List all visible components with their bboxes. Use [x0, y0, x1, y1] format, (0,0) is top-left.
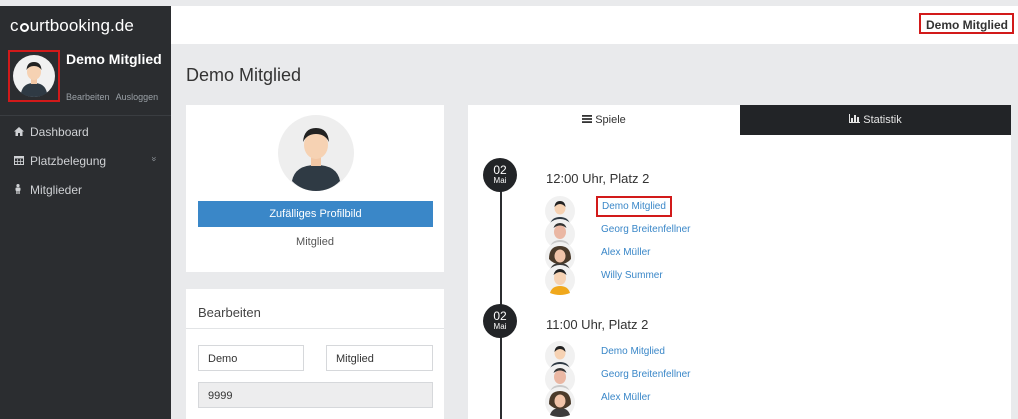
games-card: Spiele Statistik 02 Mai 12:00 Uhr, Platz…	[468, 105, 1011, 419]
game-title: 12:00 Uhr, Platz 2	[546, 171, 650, 186]
chevron-down-icon[interactable]: »	[149, 156, 159, 161]
tab-label: Statistik	[863, 114, 902, 126]
person-icon	[14, 184, 26, 197]
date-month: Mai	[493, 322, 507, 331]
profile-card: Zufälliges Profilbild Mitglied	[186, 105, 444, 272]
brand-text-end: urtbooking.de	[29, 16, 134, 35]
calendar-icon	[14, 155, 26, 168]
list-icon	[582, 115, 593, 126]
tab-spiele[interactable]: Spiele	[468, 105, 740, 135]
sidebar-item-label: Platzbelegung	[30, 154, 107, 168]
top-bar: c urtbooking.de Demo Mitglied	[0, 0, 1018, 50]
date-badge: 02 Mai	[483, 158, 517, 192]
edit-card: Bearbeiten Demo Mitglied 9999	[186, 289, 444, 419]
random-avatar-button[interactable]: Zufälliges Profilbild	[198, 201, 433, 227]
logout-link[interactable]: Ausloggen	[116, 92, 159, 102]
tab-label: Spiele	[595, 114, 626, 126]
member-number-field[interactable]: 9999	[198, 382, 433, 408]
member-role: Mitglied	[296, 236, 334, 248]
sidebar-item-mitglieder[interactable]: Mitglieder	[0, 174, 171, 203]
date-day: 02	[493, 309, 507, 323]
sidebar-item-dashboard[interactable]: Dashboard	[0, 116, 171, 145]
edit-card-title: Bearbeiten	[198, 305, 261, 320]
tab-statistik[interactable]: Statistik	[740, 105, 1011, 135]
sidebar: Demo Mitglied Bearbeiten Ausloggen Dashb…	[0, 44, 171, 419]
player-link[interactable]: Demo Mitglied	[596, 196, 672, 217]
topbar-user-menu[interactable]: Demo Mitglied	[918, 13, 1014, 34]
profile-links: Bearbeiten Ausloggen	[66, 92, 162, 102]
first-name-field[interactable]: Demo	[198, 345, 304, 371]
sidebar-item-platzbelegung[interactable]: Platzbelegung »	[0, 145, 171, 174]
player-link[interactable]: Georg Breitenfellner	[601, 224, 691, 235]
avatar[interactable]	[8, 50, 60, 102]
edit-profile-link[interactable]: Bearbeiten	[66, 92, 110, 102]
divider	[186, 328, 444, 329]
sidebar-item-label: Dashboard	[30, 125, 89, 139]
player-link[interactable]: Willy Summer	[601, 270, 663, 281]
home-icon	[14, 127, 26, 139]
profile-avatar	[278, 115, 354, 191]
date-badge: 02 Mai	[483, 304, 517, 338]
ball-icon	[19, 23, 29, 32]
bar-chart-icon	[849, 114, 861, 126]
timeline-line	[500, 181, 502, 419]
player-link[interactable]: Georg Breitenfellner	[601, 369, 691, 380]
player-avatar	[545, 265, 575, 295]
player-link[interactable]: Alex Müller	[601, 247, 650, 258]
avatar-image	[13, 55, 55, 97]
player-link[interactable]: Alex Müller	[601, 392, 650, 403]
sidebar-profile: Demo Mitglied Bearbeiten Ausloggen	[0, 44, 171, 116]
sidebar-item-label: Mitglieder	[30, 183, 83, 197]
page-title: Demo Mitglied	[186, 65, 302, 85]
profile-name: Demo Mitglied	[66, 51, 162, 67]
date-month: Mai	[493, 176, 507, 185]
last-name-field[interactable]: Mitglied	[326, 345, 433, 371]
player-avatar	[545, 387, 575, 417]
brand-text-start: c	[10, 16, 19, 35]
game-title: 11:00 Uhr, Platz 2	[546, 317, 649, 332]
date-day: 02	[493, 163, 507, 177]
player-link[interactable]: Demo Mitglied	[601, 346, 665, 357]
